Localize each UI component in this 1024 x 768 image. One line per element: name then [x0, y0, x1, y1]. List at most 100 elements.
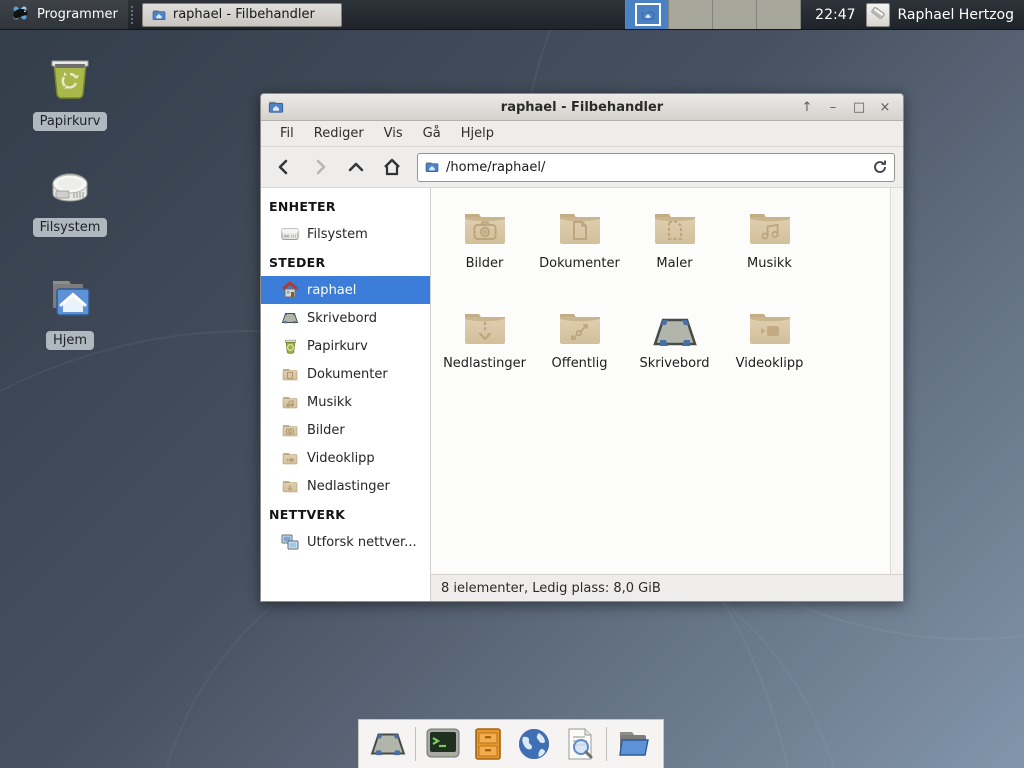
- desktop-trapezoid-icon: [651, 304, 699, 352]
- file-item-offentlig[interactable]: Offentlig: [532, 300, 627, 400]
- workspace-1[interactable]: [625, 0, 669, 29]
- status-text: 8 ielementer, Ledig plass: 8,0 GiB: [441, 581, 661, 596]
- folder-video-icon: [746, 304, 794, 352]
- session-tray-button[interactable]: [866, 3, 890, 27]
- sidebar-item-label: Videoklipp: [307, 451, 375, 466]
- forward-button[interactable]: [305, 152, 335, 182]
- workspace-3[interactable]: [713, 0, 757, 29]
- documents-folder-icon: [281, 365, 299, 383]
- sidebar-item-filsystem[interactable]: Filsystem: [261, 220, 430, 248]
- minimize-button[interactable]: –: [825, 100, 841, 115]
- sidebar-item-raphael[interactable]: raphael: [261, 276, 430, 304]
- sidebar-item-label: Filsystem: [307, 227, 368, 242]
- back-button[interactable]: [269, 152, 299, 182]
- sidebar-item-label: Papirkurv: [307, 339, 368, 354]
- desktop-icon-label: Hjem: [46, 331, 94, 350]
- folder-icon[interactable]: [615, 725, 653, 763]
- file-label: Skrivebord: [639, 356, 709, 371]
- terminal-icon[interactable]: [424, 725, 462, 763]
- web-browser-icon[interactable]: [515, 725, 553, 763]
- workspace-window-thumb: [635, 3, 661, 26]
- file-item-musikk[interactable]: Musikk: [722, 200, 817, 300]
- menu-rediger[interactable]: Rediger: [305, 123, 373, 144]
- sidebar-item-label: Nedlastinger: [307, 479, 390, 494]
- folder-camera-icon: [461, 204, 509, 252]
- folder-share-icon: [556, 304, 604, 352]
- clock: 22:47: [815, 7, 855, 23]
- pictures-folder-icon: [281, 421, 299, 439]
- sidebar-item-musikk[interactable]: Musikk: [261, 388, 430, 416]
- file-label: Bilder: [466, 256, 504, 271]
- sidebar-item-dokumenter[interactable]: Dokumenter: [261, 360, 430, 388]
- file-item-bilder[interactable]: Bilder: [437, 200, 532, 300]
- sidebar-header-devices: ENHETER: [261, 192, 430, 220]
- sidebar-item-label: Musikk: [307, 395, 352, 410]
- home-icon: [281, 281, 299, 299]
- top-panel: Programmer raphael - Filbehandler 22:47: [0, 0, 1024, 30]
- menu-vis[interactable]: Vis: [375, 123, 412, 144]
- desktop-icon-home[interactable]: Hjem: [15, 275, 125, 350]
- file-item-videoklipp[interactable]: Videoklipp: [722, 300, 817, 400]
- file-label: Musikk: [747, 256, 792, 271]
- sidebar-item-network[interactable]: Utforsk nettver...: [261, 528, 430, 556]
- sidebar: ENHETER Filsystem STEDER: [261, 188, 431, 601]
- sidebar-item-papirkurv[interactable]: Papirkurv: [261, 332, 430, 360]
- xfce-logo-icon: [10, 4, 30, 26]
- desktop-icon-label: Filsystem: [33, 218, 108, 237]
- workspace-2[interactable]: [669, 0, 713, 29]
- folder-document-icon: [556, 204, 604, 252]
- drive-icon: [281, 225, 299, 243]
- dock-separator: [415, 727, 416, 761]
- file-item-skrivebord[interactable]: Skrivebord: [627, 300, 722, 400]
- videos-folder-icon: [281, 449, 299, 467]
- sidebar-item-nedlastinger[interactable]: Nedlastinger: [261, 472, 430, 500]
- home-button[interactable]: [377, 152, 407, 182]
- file-view[interactable]: Bilder Dokumenter: [431, 188, 903, 574]
- menu-fil[interactable]: Fil: [271, 123, 303, 144]
- search-icon[interactable]: [561, 725, 599, 763]
- sidebar-item-label: raphael: [307, 283, 356, 298]
- file-cabinet-icon[interactable]: [470, 725, 508, 763]
- sidebar-item-label: Utforsk nettver...: [307, 535, 417, 550]
- sidebar-item-skrivebord[interactable]: Skrivebord: [261, 304, 430, 332]
- home-folder-icon: [45, 275, 95, 325]
- dock: [358, 719, 664, 768]
- vertical-scrollbar[interactable]: [890, 188, 903, 574]
- menu-hjelp[interactable]: Hjelp: [452, 123, 503, 144]
- desktop-icon-trash[interactable]: Papirkurv: [15, 52, 125, 131]
- up-button[interactable]: [341, 152, 371, 182]
- applications-menu-label: Programmer: [37, 7, 118, 22]
- sidebar-item-videoklipp[interactable]: Videoklipp: [261, 444, 430, 472]
- location-bar[interactable]: [417, 153, 895, 182]
- file-item-nedlastinger[interactable]: Nedlastinger: [437, 300, 532, 400]
- path-folder-icon: [424, 159, 440, 175]
- folder-download-icon: [461, 304, 509, 352]
- menu-ga[interactable]: Gå: [414, 123, 450, 144]
- file-label: Nedlastinger: [443, 356, 526, 371]
- toolbar: [261, 147, 903, 188]
- file-manager-window: raphael - Filbehandler ↑ – □ × Fil Redig…: [260, 93, 904, 602]
- file-label: Dokumenter: [539, 256, 620, 271]
- applications-menu-button[interactable]: Programmer: [0, 0, 128, 29]
- path-input[interactable]: [446, 160, 866, 175]
- titlebar[interactable]: raphael - Filbehandler ↑ – □ ×: [261, 94, 903, 121]
- close-button[interactable]: ×: [877, 100, 893, 115]
- taskbar-window-button[interactable]: raphael - Filbehandler: [142, 3, 342, 27]
- show-desktop-icon[interactable]: [369, 725, 407, 763]
- desktop-icon: [281, 309, 299, 327]
- refresh-icon[interactable]: [872, 159, 888, 175]
- desktop-icon-filesystem[interactable]: Filsystem: [15, 162, 125, 237]
- file-label: Offentlig: [552, 356, 608, 371]
- drive-icon: [45, 162, 95, 212]
- music-folder-icon: [281, 393, 299, 411]
- folder-template-icon: [651, 204, 699, 252]
- file-item-dokumenter[interactable]: Dokumenter: [532, 200, 627, 300]
- file-label: Maler: [656, 256, 692, 271]
- workspace-4[interactable]: [757, 0, 801, 29]
- trash-icon: [281, 337, 299, 355]
- file-label: Videoklipp: [736, 356, 804, 371]
- maximize-button[interactable]: □: [851, 100, 867, 115]
- file-item-maler[interactable]: Maler: [627, 200, 722, 300]
- sidebar-item-bilder[interactable]: Bilder: [261, 416, 430, 444]
- shade-button[interactable]: ↑: [799, 100, 815, 115]
